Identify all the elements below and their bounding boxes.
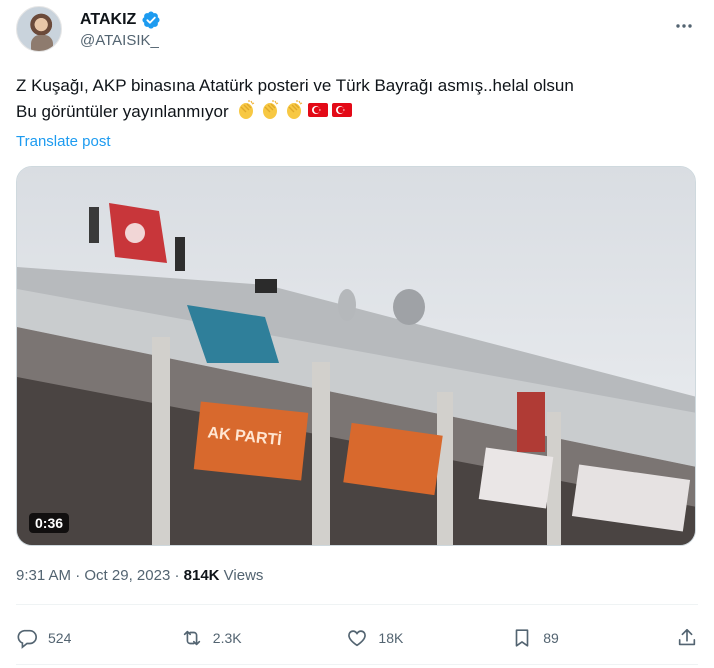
video-frame: AK PARTİ bbox=[17, 167, 695, 545]
divider-top bbox=[16, 604, 698, 605]
tweet-text-line-2: Bu görüntüler yayınlanmıyor bbox=[16, 99, 700, 125]
clapping-hands-icon bbox=[239, 100, 255, 119]
avatar[interactable] bbox=[16, 6, 62, 52]
divider-bottom bbox=[16, 664, 698, 665]
reply-button[interactable]: 524 bbox=[16, 627, 76, 649]
bookmark-icon bbox=[515, 629, 529, 647]
tweet-text-line-2-text: Bu görüntüler yayınlanmıyor bbox=[16, 102, 229, 121]
turkish-flag-icon bbox=[332, 103, 353, 117]
action-bar: 524 2.3K 18K 89 bbox=[16, 620, 698, 656]
video-duration: 0:36 bbox=[29, 513, 70, 533]
like-count: 18K bbox=[378, 630, 404, 646]
repost-button[interactable]: 2.3K bbox=[181, 627, 242, 649]
author-display-name[interactable]: ATAKIZ bbox=[80, 11, 136, 29]
bookmark-button[interactable]: 89 bbox=[511, 627, 571, 649]
tweet-meta: 9:31 AM · Oct 29, 2023 · 814K Views bbox=[16, 567, 263, 584]
tweet-time[interactable]: 9:31 AM bbox=[16, 567, 71, 584]
bookmark-count: 89 bbox=[543, 630, 559, 646]
verified-badge-icon bbox=[142, 11, 160, 29]
tweet-text-line-1: Z Kuşağı, AKP binasına Atatürk posteri v… bbox=[16, 76, 574, 95]
meta-separator-1: · bbox=[75, 567, 81, 584]
share-icon bbox=[678, 628, 696, 646]
tweet-text: Z Kuşağı, AKP binasına Atatürk posteri v… bbox=[16, 73, 700, 125]
meta-separator-2: · bbox=[174, 567, 180, 584]
author-handle[interactable]: @ATAISIK_ bbox=[80, 32, 159, 49]
views-label: Views bbox=[223, 567, 264, 584]
clapping-hands-icon bbox=[263, 100, 279, 119]
views-count: 814K bbox=[183, 567, 220, 584]
video-player[interactable]: AK PARTİ 0:36 bbox=[16, 166, 696, 546]
share-button[interactable] bbox=[676, 627, 698, 649]
reply-count: 524 bbox=[48, 630, 72, 646]
more-options-icon[interactable] bbox=[674, 16, 694, 36]
reply-icon bbox=[17, 629, 37, 649]
like-button[interactable]: 18K bbox=[346, 627, 406, 649]
turkish-flag-icon bbox=[308, 103, 329, 117]
heart-icon bbox=[348, 630, 367, 647]
repost-icon bbox=[183, 630, 200, 646]
tweet-date[interactable]: Oct 29, 2023 bbox=[84, 567, 170, 584]
translate-post-link[interactable]: Translate post bbox=[16, 133, 111, 150]
author-name-line: ATAKIZ bbox=[80, 10, 161, 30]
clapping-hands-icon bbox=[287, 100, 303, 119]
repost-count: 2.3K bbox=[212, 630, 242, 646]
tweet-header: ATAKIZ @ATAISIK_ bbox=[16, 6, 698, 56]
